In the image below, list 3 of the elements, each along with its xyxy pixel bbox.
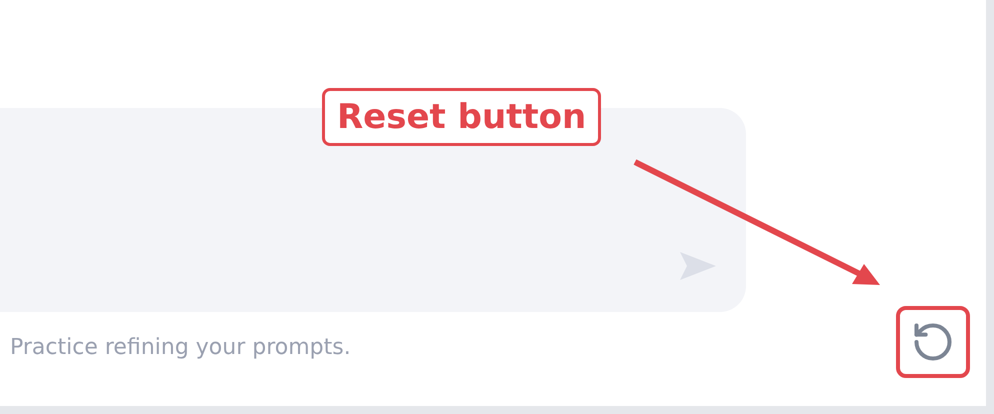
annotation-label: Reset button <box>322 88 602 146</box>
footer-hint: Practice refining your prompts. <box>10 334 351 362</box>
reset-button[interactable] <box>896 306 970 378</box>
